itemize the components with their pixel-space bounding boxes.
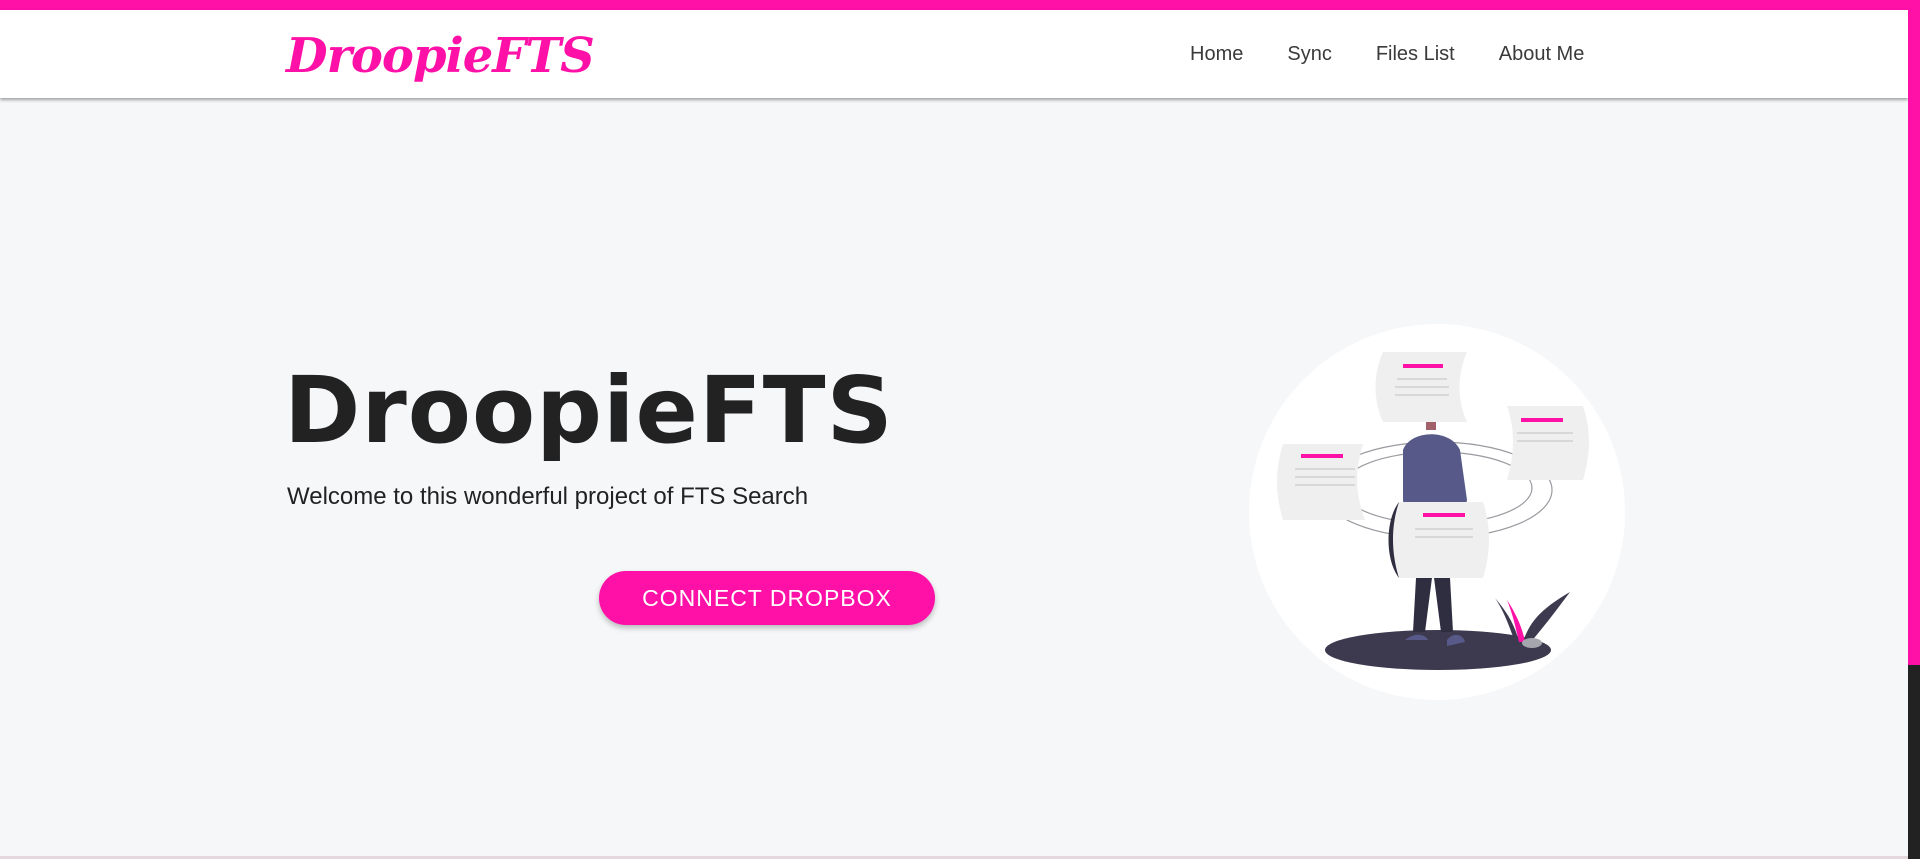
nav-links: Home Sync Files List About Me: [1190, 10, 1606, 98]
hero-title: DroopieFTS: [284, 357, 894, 464]
brand-logo[interactable]: DroopieFTS: [286, 28, 595, 84]
nav-item-about-me[interactable]: About Me: [1477, 43, 1607, 66]
document-icon-top: [1375, 352, 1467, 422]
document-icon-left: [1277, 444, 1365, 520]
top-accent-border: [0, 0, 1920, 10]
nav-item-home[interactable]: Home: [1190, 43, 1265, 66]
document-icon-front: [1388, 502, 1489, 578]
person-with-documents-illustration: [1249, 324, 1625, 700]
hero-subtitle: Welcome to this wonderful project of FTS…: [287, 483, 809, 510]
scrollbar-thumb[interactable]: [1908, 665, 1920, 859]
nav-item-files-list[interactable]: Files List: [1354, 43, 1477, 66]
navbar: DroopieFTS Home Sync Files List About Me: [0, 10, 1908, 98]
nav-item-sync[interactable]: Sync: [1265, 43, 1353, 66]
document-icon-right: [1507, 406, 1589, 480]
connect-dropbox-button[interactable]: CONNECT DROPBOX: [599, 571, 935, 625]
